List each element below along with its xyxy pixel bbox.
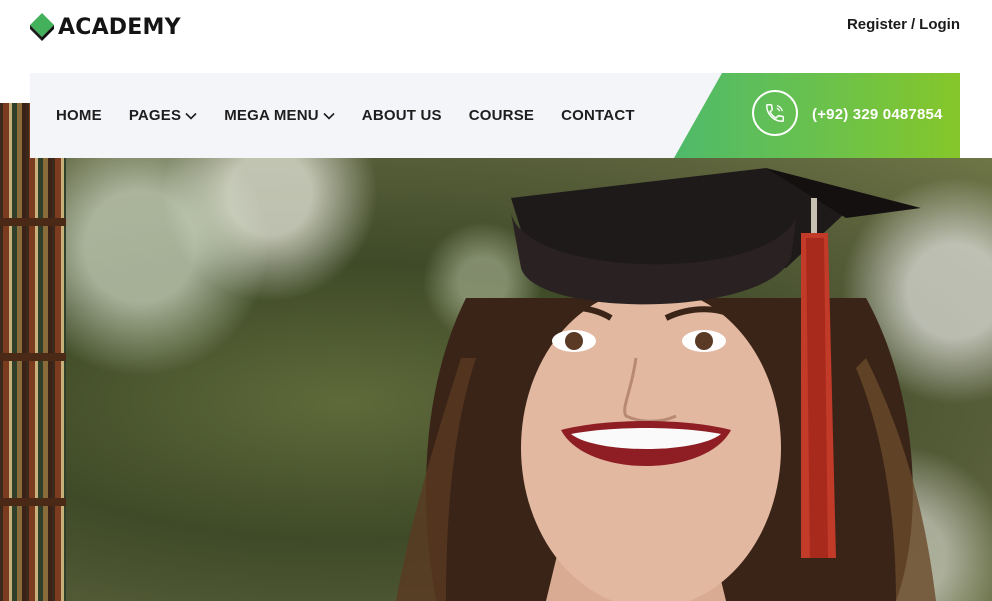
nav-item-label: HOME — [56, 107, 102, 124]
site-logo[interactable]: ACADEMY — [30, 12, 181, 42]
phone-icon — [752, 90, 798, 136]
nav-item-label: PAGES — [128, 107, 182, 124]
nav-item-pages[interactable]: PAGES — [129, 107, 197, 124]
graduate-portrait — [396, 168, 936, 601]
nav-item-label: ABOUT US — [361, 107, 442, 124]
nav-menu: HOME PAGES MEGA MENU ABOUT US COURSE CON… — [56, 73, 635, 158]
phone-number[interactable]: (+92) 329 0487854 — [812, 106, 943, 123]
chevron-down-icon — [323, 112, 335, 120]
login-link[interactable]: Login — [919, 16, 960, 33]
shelf-divider — [0, 498, 66, 506]
nav-item-mega-menu[interactable]: MEGA MENU — [224, 107, 335, 124]
chevron-down-icon — [185, 112, 197, 120]
nav-item-label: CONTACT — [561, 107, 635, 124]
nav-item-label: MEGA MENU — [224, 107, 319, 124]
register-link[interactable]: Register — [847, 16, 907, 33]
top-header: ACADEMY Register / Login — [0, 0, 992, 73]
shelf-divider — [0, 353, 66, 361]
hero-image — [66, 158, 992, 601]
nav-item-contact[interactable]: CONTACT — [561, 107, 635, 124]
auth-links: Register / Login — [847, 16, 960, 33]
nav-item-label: COURSE — [468, 107, 535, 124]
logo-diamond-icon — [30, 13, 54, 41]
shelf-divider — [0, 218, 66, 226]
nav-item-about-us[interactable]: ABOUT US — [362, 107, 442, 124]
nav-item-home[interactable]: HOME — [56, 107, 102, 124]
bookshelf-image — [0, 103, 66, 601]
logo-text: ACADEMY — [58, 14, 181, 40]
nav-item-course[interactable]: COURSE — [469, 107, 534, 124]
phone-contact-box[interactable]: (+92) 329 0487854 — [674, 73, 960, 158]
auth-separator: / — [911, 16, 916, 33]
main-navbar: HOME PAGES MEGA MENU ABOUT US COURSE CON… — [30, 73, 960, 158]
